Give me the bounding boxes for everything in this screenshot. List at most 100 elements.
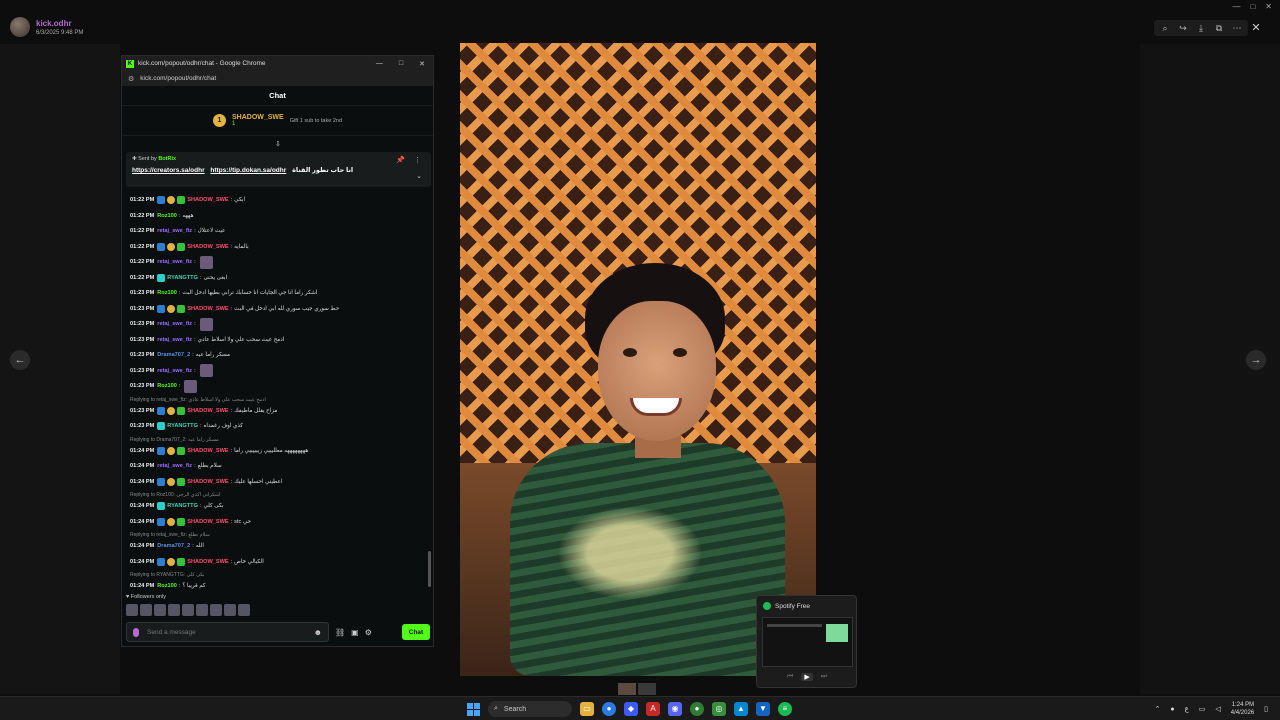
download-icon[interactable]: ⤓ — [1194, 22, 1208, 34]
pin-icon[interactable]: 📌 — [396, 156, 405, 164]
spotify-thumbnail[interactable] — [762, 617, 853, 667]
message-username[interactable]: SHADOW_SWE — [187, 244, 228, 250]
chat-message[interactable]: 01:22 PM retaj_swe_fiz: عيث لاعتلال — [130, 225, 225, 237]
message-input[interactable] — [147, 628, 306, 636]
emote-button[interactable] — [238, 604, 250, 616]
message-username[interactable]: retaj_swe_fiz — [157, 463, 192, 469]
message-username[interactable]: retaj_swe_fiz — [157, 228, 192, 234]
reply-context[interactable]: Replying to retaj_swe_fiz: سلام بطلع — [130, 532, 210, 538]
vpn-icon[interactable]: ▼ — [756, 702, 770, 716]
gift-icon[interactable]: ▣ — [351, 628, 359, 637]
more-options-icon[interactable]: ⋮ — [414, 156, 421, 164]
message-username[interactable]: retaj_swe_fiz — [157, 259, 192, 265]
thumbnail[interactable] — [618, 683, 636, 695]
chat-message[interactable]: 01:23 PM retaj_swe_fiz: — [130, 317, 213, 331]
thumbnail[interactable] — [638, 683, 656, 695]
message-input-box[interactable]: ☻ — [126, 622, 329, 642]
minimize-icon[interactable]: — — [1232, 2, 1240, 11]
message-username[interactable]: Drama707_2 — [157, 352, 190, 358]
avatar[interactable] — [10, 17, 30, 37]
chat-message[interactable]: 01:23 PM SHADOW_SWE: حط سوري جيب سوري لله … — [130, 303, 339, 315]
message-username[interactable]: retaj_swe_fiz — [157, 368, 192, 374]
send-chat-button[interactable]: Chat — [402, 624, 430, 640]
chat-message[interactable]: 01:24 PM RYANGTTG: بكى كلي — [130, 500, 224, 512]
chat-message[interactable]: 01:24 PM retaj_swe_fiz: سلام بطلع — [130, 460, 222, 472]
emote-button[interactable] — [196, 604, 208, 616]
chat-message[interactable]: 01:24 PM SHADOW_SWE: stc حي — [130, 516, 251, 528]
chevron-up-icon[interactable]: ⌃ — [1154, 705, 1160, 713]
maximize-icon[interactable]: □ — [1250, 2, 1255, 11]
chat-message[interactable]: 01:22 PM retaj_swe_fiz: — [130, 255, 213, 269]
emote-image[interactable] — [199, 255, 213, 269]
emote-image[interactable] — [184, 379, 198, 393]
emote-button[interactable] — [182, 604, 194, 616]
chat-message[interactable]: 01:23 PM Drama707_2: مسكر راما عيه — [130, 349, 230, 361]
chrome-active-icon[interactable]: ● — [690, 702, 704, 716]
emote-button[interactable] — [126, 604, 138, 616]
emoji-icon[interactable]: ☻ — [314, 628, 322, 637]
chat-message[interactable]: 01:22 PM Roz100: هههه — [130, 210, 194, 222]
mic-icon[interactable]: ● — [1170, 706, 1174, 713]
message-username[interactable]: SHADOW_SWE — [187, 448, 228, 454]
chat-message[interactable]: 01:23 PM retaj_swe_fiz: ادمح عيث سحب علي و… — [130, 334, 284, 346]
spotify-preview[interactable]: Spotify Free ⏮ ▶ ⏭ — [756, 595, 857, 688]
chat-message[interactable]: 01:24 PM SHADOW_SWE: ههههههههه معلليييي زي… — [130, 445, 308, 457]
chat-message[interactable]: 01:22 PM SHADOW_SWE: ابكي — [130, 194, 245, 206]
message-username[interactable]: SHADOW_SWE — [187, 519, 228, 525]
reply-context[interactable]: Replying to RYANGTTG: بكى كلي — [130, 572, 204, 578]
chat-message[interactable]: 01:22 PM SHADOW_SWE: بالمايه — [130, 241, 249, 253]
share-icon[interactable]: ↪ — [1176, 22, 1190, 34]
message-username[interactable]: Roz100 — [157, 290, 177, 296]
emote-button[interactable] — [168, 604, 180, 616]
chat-message[interactable]: 01:24 PM Roz100: كم قريبا ؟ — [130, 580, 206, 592]
message-username[interactable]: Roz100 — [157, 213, 177, 219]
acrobat-icon[interactable]: A — [646, 702, 660, 716]
play-icon[interactable]: ▶ — [801, 673, 813, 681]
gifter-name[interactable]: SHADOW_SWE — [232, 114, 284, 121]
gift-hint[interactable]: Gift 1 sub to take 2nd — [290, 118, 342, 124]
emote-button[interactable] — [154, 604, 166, 616]
message-username[interactable]: retaj_swe_fiz — [157, 321, 192, 327]
taskbar-search[interactable]: ⌕ Search — [488, 701, 572, 717]
file-explorer-icon[interactable]: ▭ — [580, 702, 594, 716]
gear-icon[interactable]: ⚙ — [365, 628, 372, 637]
chat-message[interactable]: 01:24 PM SHADOW_SWE: الكبالي خاص — [130, 556, 264, 568]
pinned-link-2[interactable]: https://tip.dokan.sa/odhr — [210, 167, 286, 174]
url-text[interactable]: kick.com/popout/odhr/chat — [140, 75, 216, 82]
discord-icon[interactable]: ◉ — [668, 702, 682, 716]
site-info-icon[interactable]: ⚙ — [128, 75, 134, 83]
previous-arrow-icon[interactable]: ← — [10, 350, 30, 370]
minimize-icon[interactable]: — — [376, 60, 383, 68]
message-username[interactable]: SHADOW_SWE — [187, 559, 228, 565]
message-username[interactable]: SHADOW_SWE — [187, 197, 228, 203]
message-username[interactable]: RYANGTTG — [167, 275, 198, 281]
app-icon[interactable]: ◆ — [624, 702, 638, 716]
windows-start-icon[interactable] — [467, 702, 480, 716]
viewer-username[interactable]: kick.odhr — [36, 19, 72, 28]
message-username[interactable]: SHADOW_SWE — [187, 306, 228, 312]
more-icon[interactable]: ⋯ — [1230, 22, 1244, 34]
message-username[interactable]: Roz100 — [157, 583, 177, 589]
chat-scrollbar[interactable] — [428, 551, 431, 587]
chrome-icon[interactable]: ● — [602, 702, 616, 716]
emote-button[interactable] — [210, 604, 222, 616]
clock[interactable]: 1:24 PM 4/4/2026 — [1231, 701, 1254, 717]
expand-chevron-icon[interactable]: ⌄ — [416, 172, 422, 180]
chat-message[interactable]: 01:23 PM SHADOW_SWE: مزاح يقلل ماطيفك — [130, 405, 277, 417]
close-icon[interactable]: ✕ — [1248, 20, 1264, 36]
message-username[interactable]: SHADOW_SWE — [187, 408, 228, 414]
reply-context[interactable]: Replying to retaj_swe_fiz: ادمح عيث سحب … — [130, 397, 266, 403]
emote-button[interactable] — [224, 604, 236, 616]
link-icon[interactable]: ⛓ — [335, 628, 345, 637]
emote-image[interactable] — [199, 364, 213, 377]
pinned-link-1[interactable]: https://creators.sa/odhr — [132, 167, 205, 174]
browser-icon[interactable]: ◎ — [712, 702, 726, 716]
address-bar[interactable]: ⚙ kick.com/popout/odhr/chat — [122, 71, 433, 86]
reply-context[interactable]: Replying to Drama707_2: مسكر راما عيه — [130, 437, 219, 443]
maximize-icon[interactable]: □ — [399, 60, 403, 68]
volume-icon[interactable]: ◁ — [1215, 705, 1220, 713]
next-arrow-icon[interactable]: → — [1246, 350, 1266, 370]
previous-track-icon[interactable]: ⏮ — [787, 673, 793, 681]
message-username[interactable]: RYANGTTG — [167, 423, 198, 429]
top-gifter-banner[interactable]: 1 SHADOW_SWE 1 Gift 1 sub to take 2nd — [122, 106, 433, 136]
